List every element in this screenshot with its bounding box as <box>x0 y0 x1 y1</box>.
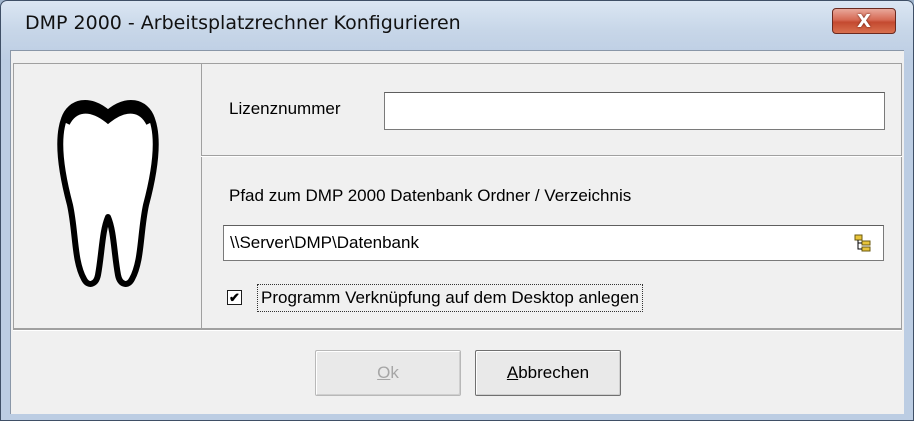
section-divider <box>201 155 902 157</box>
license-label: Lizenznummer <box>229 99 341 118</box>
cancel-mnemonic: A <box>506 363 519 382</box>
ok-label-rest: k <box>390 363 399 382</box>
window-title: DMP 2000 - Arbeitsplatzrechner Konfiguri… <box>25 12 461 34</box>
cancel-button[interactable]: Abbrechen <box>475 350 621 396</box>
license-number-field[interactable] <box>384 92 885 130</box>
button-bar-divider <box>13 329 902 331</box>
close-icon: X <box>857 10 871 32</box>
database-path-input[interactable] <box>224 226 883 260</box>
tooth-icon <box>57 100 159 287</box>
desktop-shortcut-label[interactable]: Programm Verknüpfung auf dem Desktop anl… <box>257 284 644 312</box>
check-mark-icon: ✔ <box>229 290 240 305</box>
desktop-shortcut-checkbox[interactable]: ✔ <box>227 290 242 305</box>
ok-mnemonic: O <box>377 363 391 382</box>
cancel-label-rest: bbrechen <box>518 363 590 382</box>
database-path-field[interactable] <box>223 225 884 261</box>
ok-button[interactable]: Ok <box>315 350 461 396</box>
path-label: Pfad zum DMP 2000 Datenbank Ordner / Ver… <box>229 186 632 205</box>
license-number-input[interactable] <box>385 93 884 129</box>
close-button[interactable]: X <box>832 8 896 34</box>
folder-tree-icon <box>854 234 871 252</box>
browse-folder-button[interactable] <box>851 232 875 254</box>
